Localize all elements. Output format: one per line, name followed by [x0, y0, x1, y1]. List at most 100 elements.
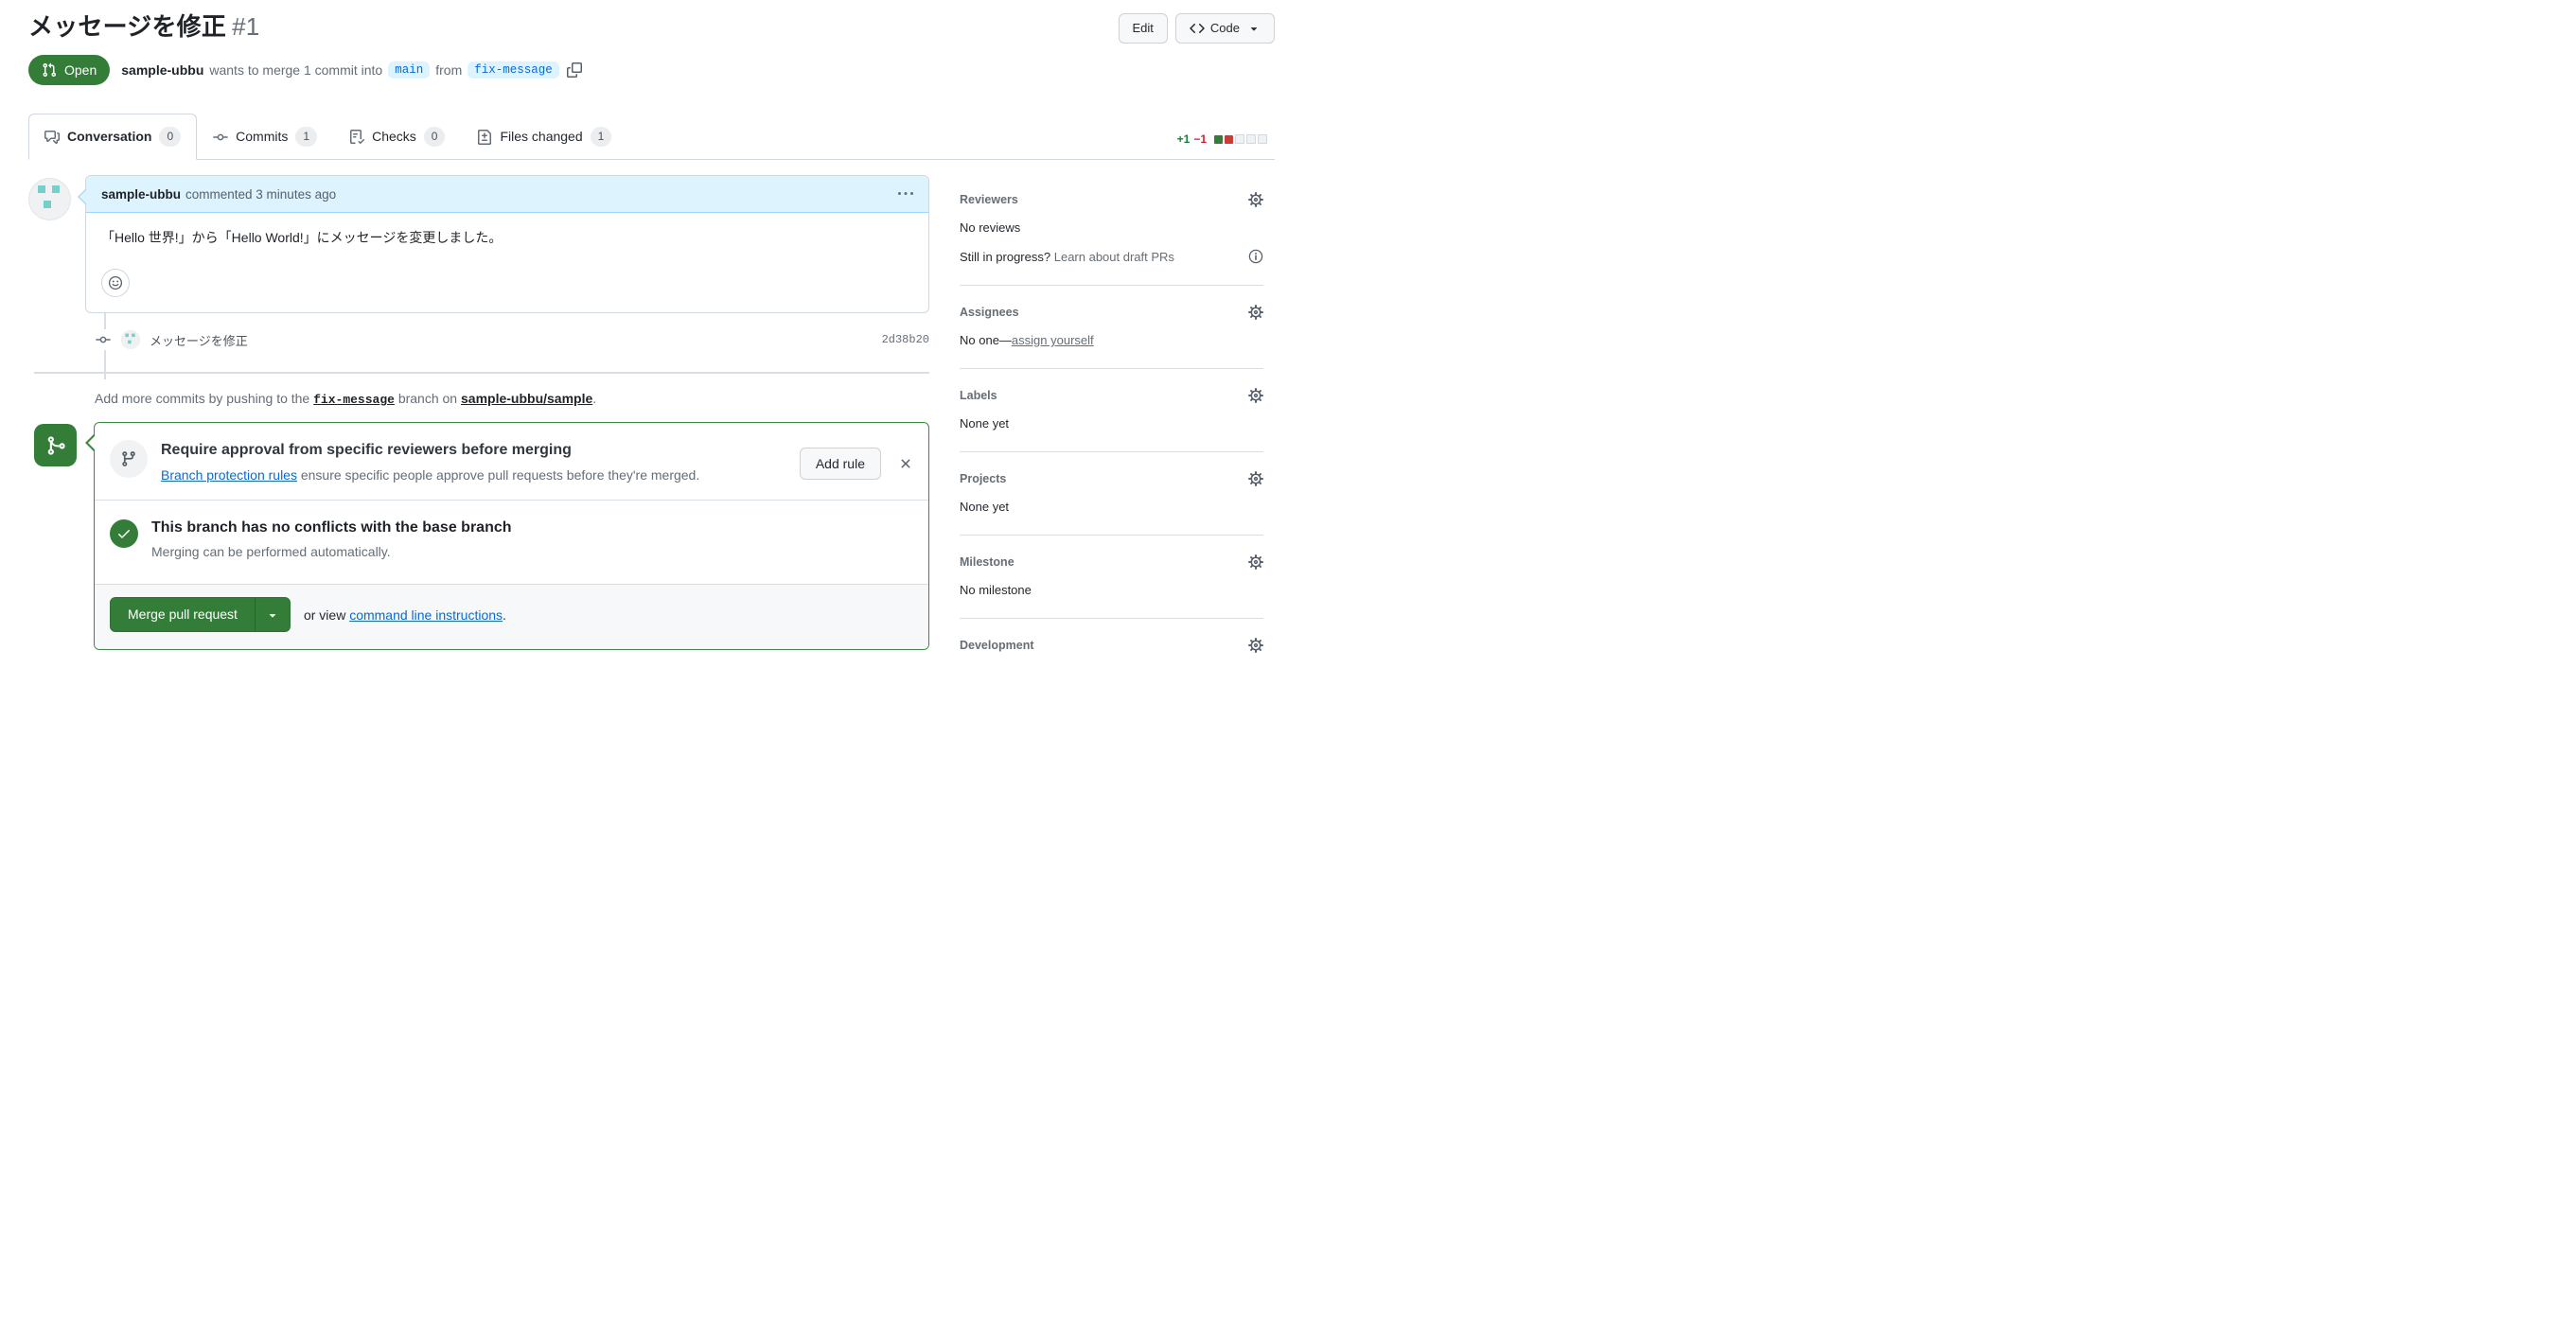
- comment-discussion-icon: [44, 130, 60, 145]
- comment-text: 「Hello 世界!」から「Hello World!」にメッセージを変更しました…: [101, 230, 503, 245]
- pr-tabnav: Conversation 0 Commits 1 Checks 0 Files …: [28, 114, 1275, 160]
- code-icon: [1190, 21, 1205, 36]
- sidebar: Reviewers No reviews Still in progress? …: [960, 175, 1263, 674]
- merge-status-subtitle: Merging can be performed automatically.: [151, 544, 391, 559]
- copy-branch-button[interactable]: [567, 62, 582, 78]
- base-branch-label[interactable]: main: [388, 62, 431, 79]
- diffstat-block-neutral: [1246, 134, 1256, 144]
- comment-meta: commented 3 minutes ago: [185, 186, 337, 202]
- git-commit-icon: [96, 329, 111, 350]
- development-header[interactable]: Development: [960, 638, 1263, 653]
- branch-protection-rule-banner: Require approval from specific reviewers…: [95, 423, 928, 501]
- gear-icon[interactable]: [1248, 638, 1263, 653]
- check-icon: [110, 519, 138, 548]
- comment-author[interactable]: sample-ubbu: [101, 187, 181, 202]
- merge-actions: Merge pull request or view command line …: [95, 585, 928, 649]
- commit-row: メッセージを修正 2d38b20: [28, 329, 929, 350]
- dismiss-rule-button[interactable]: [898, 456, 913, 471]
- assignees-header[interactable]: Assignees: [960, 305, 1263, 320]
- edit-button[interactable]: Edit: [1118, 13, 1168, 44]
- tab-commits[interactable]: Commits 1: [197, 114, 333, 160]
- sidebar-section-development: Development: [960, 619, 1263, 674]
- pr-header: メッセージを修正 #1 Edit Code Open sample-ubbu wa…: [28, 11, 1275, 85]
- diffstat-deletions: −1: [1193, 132, 1207, 146]
- milestone-value: No milestone: [960, 583, 1032, 597]
- sidebar-section-milestone: Milestone No milestone: [960, 536, 1263, 619]
- milestone-header[interactable]: Milestone: [960, 554, 1263, 570]
- sidebar-section-reviewers: Reviewers No reviews Still in progress? …: [960, 175, 1263, 286]
- rule-title: Require approval from specific reviewers…: [161, 442, 572, 458]
- smiley-icon: [108, 275, 123, 290]
- commit-sha-link[interactable]: 2d38b20: [882, 333, 929, 346]
- merge-section: Require approval from specific reviewers…: [28, 422, 929, 650]
- tab-conversation[interactable]: Conversation 0: [28, 114, 198, 160]
- pr-title-text: メッセージを修正: [28, 12, 227, 41]
- merge-pull-request-button[interactable]: Merge pull request: [110, 597, 291, 632]
- gear-icon[interactable]: [1248, 305, 1263, 320]
- comment-options-button[interactable]: [898, 186, 913, 202]
- checklist-icon: [349, 130, 364, 145]
- assign-yourself-link[interactable]: assign yourself: [1012, 333, 1094, 347]
- head-branch-label[interactable]: fix-message: [468, 62, 559, 79]
- gear-icon[interactable]: [1248, 554, 1263, 570]
- pr-meta-row: Open sample-ubbu wants to merge 1 commit…: [28, 55, 1275, 85]
- comment-header: sample-ubbu commented 3 minutes ago: [86, 176, 928, 213]
- push-hint: Add more commits by pushing to the fix-m…: [95, 391, 597, 407]
- push-hint-repo-link[interactable]: sample-ubbu/sample: [461, 391, 592, 406]
- timeline-divider: [34, 372, 929, 374]
- add-rule-button[interactable]: Add rule: [799, 448, 881, 480]
- page-title: メッセージを修正 #1: [28, 11, 259, 44]
- sidebar-section-projects: Projects None yet: [960, 452, 1263, 536]
- draft-hint-text: Still in progress?: [960, 249, 1051, 264]
- gear-icon[interactable]: [1248, 192, 1263, 207]
- reviewers-value: No reviews: [960, 220, 1021, 235]
- from-text: from: [435, 62, 463, 78]
- triangle-down-icon: [266, 608, 279, 622]
- pr-state-badge: Open: [28, 55, 111, 85]
- command-line-instructions-link[interactable]: command line instructions: [349, 607, 503, 623]
- merge-box: Require approval from specific reviewers…: [85, 422, 929, 650]
- avatar[interactable]: [121, 330, 140, 349]
- git-commit-icon: [213, 130, 228, 145]
- comment-body: 「Hello 世界!」から「Hello World!」にメッセージを変更しました…: [86, 213, 928, 312]
- assignees-value: No one—assign yourself: [960, 333, 1094, 347]
- diffstat-block-added: [1214, 134, 1223, 144]
- sidebar-section-labels: Labels None yet: [960, 369, 1263, 452]
- info-icon: [1248, 249, 1263, 264]
- git-pull-request-icon: [42, 62, 57, 78]
- discussion-timeline: sample-ubbu commented 3 minutes ago 「Hel…: [28, 175, 929, 674]
- gear-icon[interactable]: [1248, 471, 1263, 486]
- tab-counter: 1: [295, 127, 318, 147]
- pr-action-text: wants to merge 1 commit into: [209, 62, 383, 78]
- code-button[interactable]: Code: [1174, 13, 1275, 44]
- reviewers-header[interactable]: Reviewers: [960, 192, 1263, 207]
- git-merge-icon: [34, 424, 77, 466]
- projects-header[interactable]: Projects: [960, 471, 1263, 486]
- merge-options-caret[interactable]: [254, 598, 290, 631]
- triangle-down-icon: [1247, 22, 1261, 35]
- diffstat-block-deleted: [1225, 134, 1233, 144]
- tab-counter: 0: [159, 127, 182, 147]
- diffstat[interactable]: +1 −1: [1177, 132, 1267, 159]
- labels-header[interactable]: Labels: [960, 388, 1263, 403]
- x-icon: [898, 456, 913, 471]
- diffstat-additions: +1: [1176, 132, 1191, 146]
- tab-files-changed[interactable]: Files changed 1: [461, 114, 627, 160]
- diffstat-block-neutral: [1235, 134, 1244, 144]
- gear-icon[interactable]: [1248, 388, 1263, 403]
- avatar[interactable]: [28, 178, 71, 220]
- cli-instructions-text: or view command line instructions.: [303, 606, 506, 623]
- learn-about-draft-prs-link[interactable]: Learn about draft PRs: [1054, 250, 1174, 264]
- merge-status-title: This branch has no conflicts with the ba…: [151, 519, 512, 536]
- projects-value: None yet: [960, 500, 1010, 514]
- copy-icon: [567, 62, 582, 78]
- branch-protection-rules-link[interactable]: Branch protection rules: [161, 467, 297, 483]
- pr-author[interactable]: sample-ubbu: [121, 62, 203, 78]
- commit-message-link[interactable]: メッセージを修正: [150, 331, 248, 349]
- tab-checks[interactable]: Checks 0: [333, 114, 461, 160]
- pr-number: #1: [232, 12, 260, 41]
- add-reaction-button[interactable]: [101, 269, 130, 297]
- kebab-icon: [898, 186, 913, 202]
- tab-counter: 0: [423, 127, 446, 147]
- tab-counter: 1: [590, 127, 612, 147]
